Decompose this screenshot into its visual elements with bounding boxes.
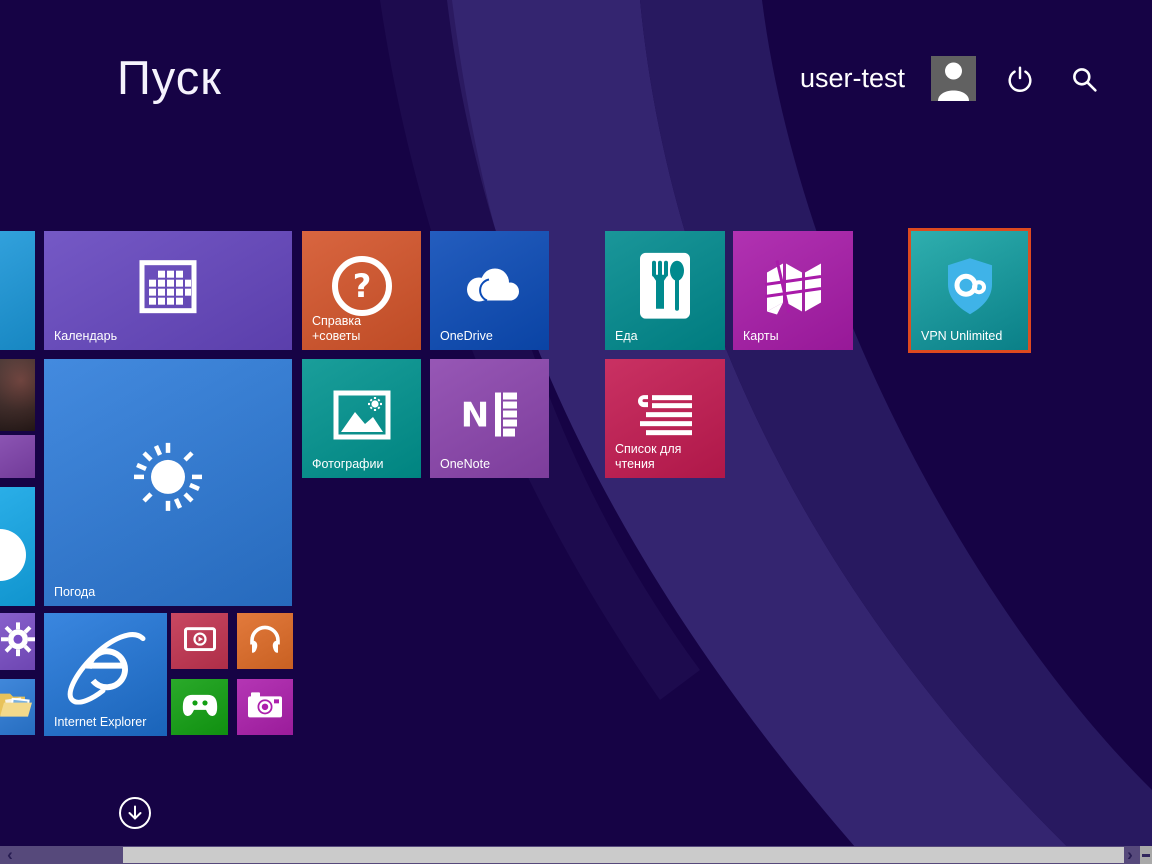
partial-tile-left-skype[interactable]: [0, 487, 35, 606]
fork-spoon-icon: [640, 252, 690, 318]
scroll-left-arrow[interactable]: ‹: [1, 846, 19, 864]
down-arrow-circle-icon: [126, 804, 144, 822]
tile-games[interactable]: [171, 679, 228, 735]
calendar-icon: [139, 259, 197, 313]
tile-weather[interactable]: Погода: [44, 359, 292, 606]
avatar-icon: [931, 56, 976, 101]
svg-text:?: ?: [352, 267, 371, 305]
tile-onenote[interactable]: N OneNote: [430, 359, 549, 478]
cloud-icon: [457, 265, 523, 309]
tile-camera[interactable]: [237, 679, 293, 735]
user-name[interactable]: user-test: [800, 63, 905, 94]
tile-label: Фотографии: [312, 457, 383, 472]
reading-list-icon: [636, 391, 694, 439]
svg-text:N: N: [460, 395, 488, 435]
camera-icon: [247, 691, 283, 718]
headphones-icon: [248, 622, 282, 654]
tile-label: Погода: [54, 585, 95, 600]
partial-tile-left-blue[interactable]: [0, 231, 35, 350]
gamepad-icon: [182, 692, 218, 718]
scroll-down-button[interactable]: [119, 797, 151, 829]
tile-calendar[interactable]: Календарь: [44, 231, 292, 350]
tile-food[interactable]: Еда: [605, 231, 725, 350]
question-icon: ?: [331, 255, 393, 317]
tile-help-tips[interactable]: ? Справка +советы: [302, 231, 421, 350]
ie-icon: [63, 630, 149, 704]
shield-icon: [942, 256, 998, 316]
skype-logo-partial: [0, 529, 26, 581]
partial-tile-left-photo[interactable]: [0, 359, 35, 431]
tile-label: OneNote: [440, 457, 490, 472]
tile-maps[interactable]: Карты: [733, 231, 853, 350]
folded-map-icon: [763, 258, 823, 314]
partial-tile-folder[interactable]: [0, 679, 35, 735]
video-icon: [184, 627, 216, 651]
search-button[interactable]: [1064, 59, 1104, 99]
tile-onedrive[interactable]: OneDrive: [430, 231, 549, 350]
header: Пуск user-test: [0, 0, 1152, 170]
tile-music[interactable]: [237, 613, 293, 669]
scrollbar-corner[interactable]: [1140, 846, 1152, 864]
sun-icon: [130, 438, 206, 514]
tile-label: Справка +советы: [312, 314, 361, 344]
scrollbar-thumb[interactable]: [123, 847, 1124, 863]
horizontal-scrollbar[interactable]: ‹ ›: [0, 846, 1152, 864]
tile-label: Список для чтения: [615, 442, 681, 472]
tile-label: Карты: [743, 329, 779, 344]
tile-video[interactable]: [171, 613, 228, 669]
search-icon: [1070, 65, 1098, 93]
picture-icon: [333, 390, 391, 440]
tile-label: OneDrive: [440, 329, 493, 344]
page-title: Пуск: [117, 50, 222, 105]
tile-label: Календарь: [54, 329, 117, 344]
onenote-icon: N: [459, 386, 521, 442]
tile-photos[interactable]: Фотографии: [302, 359, 421, 478]
tile-internet-explorer[interactable]: Internet Explorer: [44, 613, 167, 736]
user-area: user-test: [800, 56, 1104, 101]
tile-vpn-unlimited[interactable]: VPN Unlimited: [911, 231, 1028, 350]
avatar[interactable]: [931, 56, 976, 101]
tile-label: Internet Explorer: [54, 715, 146, 730]
scroll-right-arrow[interactable]: ›: [1121, 846, 1139, 864]
tile-label: Еда: [615, 329, 638, 344]
power-icon: [1005, 64, 1035, 94]
partial-tile-left-purple[interactable]: [0, 435, 35, 478]
partial-tile-settings[interactable]: [0, 613, 35, 670]
gear-icon: [1, 622, 35, 656]
power-button[interactable]: [1000, 59, 1040, 99]
tile-label: VPN Unlimited: [921, 329, 1002, 344]
folder-photos-icon: [0, 690, 34, 720]
tile-reading-list[interactable]: Список для чтения: [605, 359, 725, 478]
